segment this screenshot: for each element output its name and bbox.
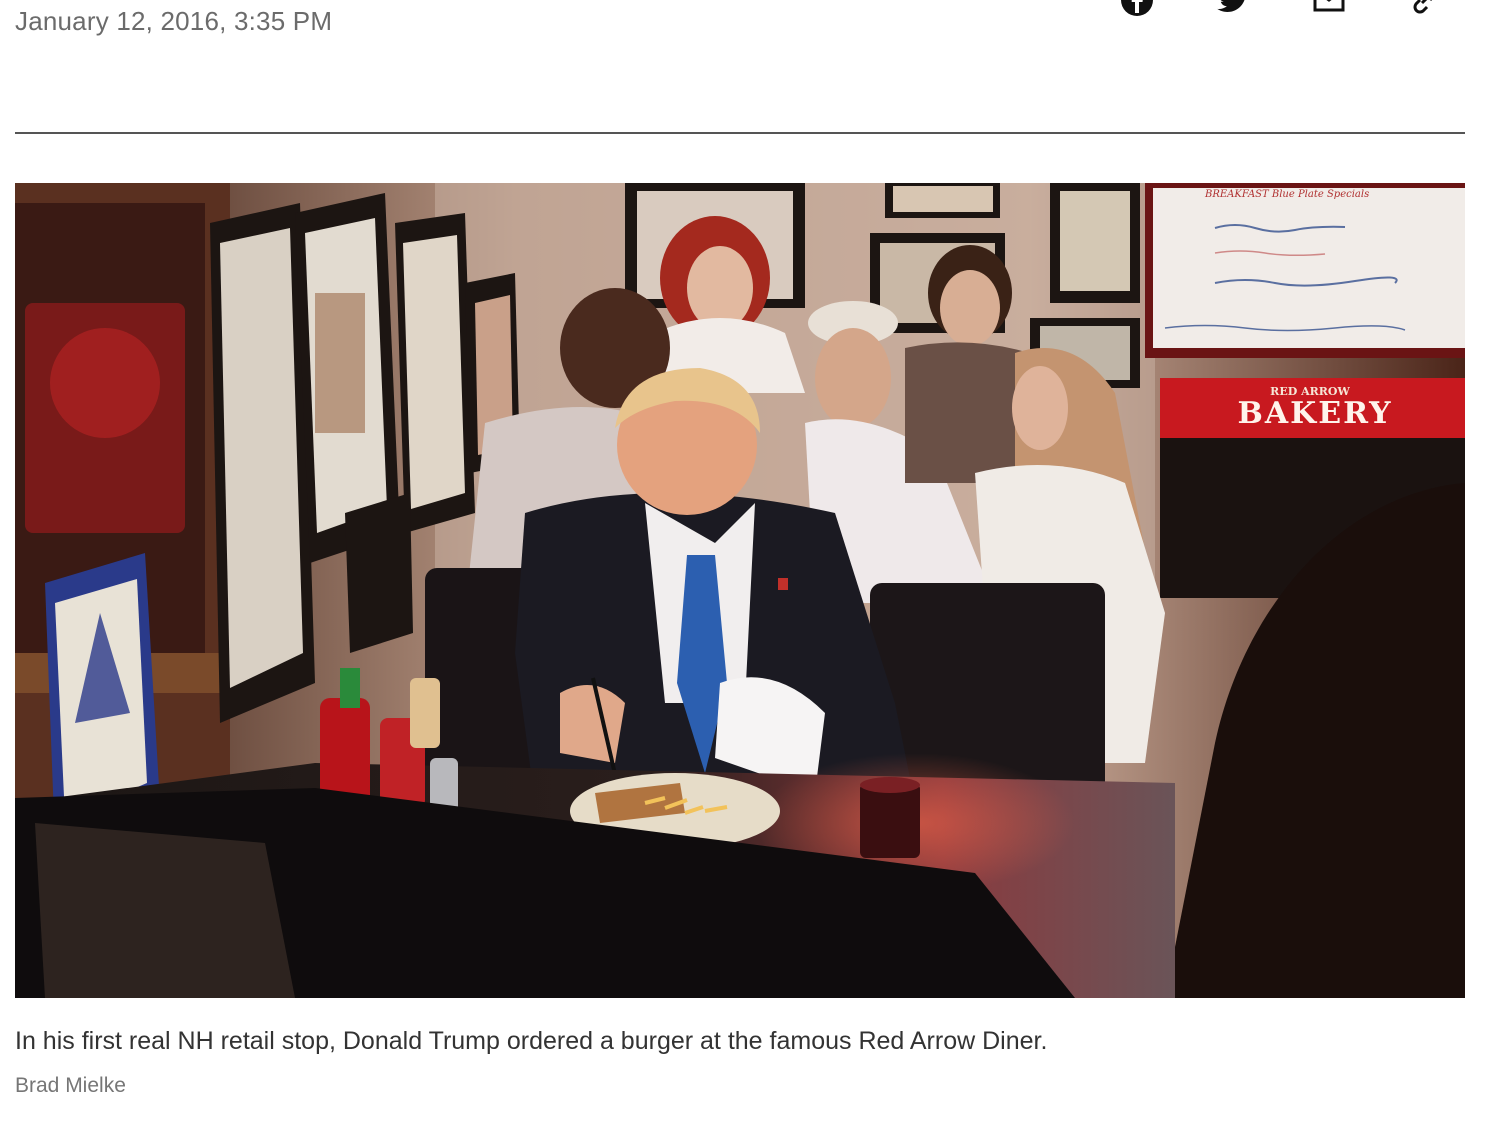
email-share-button[interactable] bbox=[1310, 0, 1348, 14]
header-divider bbox=[15, 132, 1465, 134]
board-title: BREAKFAST Blue Plate Specials bbox=[1204, 189, 1369, 200]
photo-credit: Brad Mielke bbox=[15, 1074, 126, 1097]
bakery-sign-large: BAKERY bbox=[1238, 396, 1393, 431]
share-bar bbox=[1118, 0, 1444, 16]
link-icon bbox=[1413, 0, 1433, 14]
email-icon bbox=[1313, 0, 1345, 12]
article-date: January 12, 2016, 3:35 PM bbox=[15, 6, 333, 36]
facebook-share-button[interactable] bbox=[1118, 0, 1156, 16]
photo-caption: In his first real NH retail stop, Donald… bbox=[15, 1027, 1048, 1055]
copy-link-button[interactable] bbox=[1406, 0, 1444, 14]
facebook-icon bbox=[1121, 0, 1153, 16]
twitter-share-button[interactable] bbox=[1214, 0, 1252, 14]
twitter-icon bbox=[1217, 0, 1245, 12]
specials-board: BREAKFAST Blue Plate Specials bbox=[1145, 183, 1465, 358]
article-photo: BREAKFAST Blue Plate Specials RED ARROW … bbox=[15, 183, 1465, 998]
